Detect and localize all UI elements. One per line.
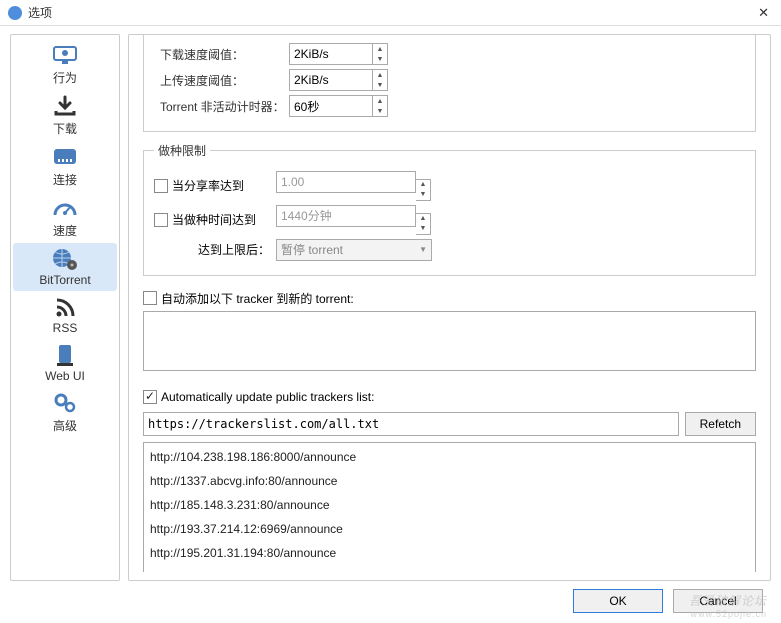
ul-threshold-input[interactable]	[289, 69, 373, 91]
cancel-button[interactable]: Cancel	[673, 589, 763, 613]
public-trackers-label: Automatically update public trackers lis…	[161, 390, 374, 404]
download-icon	[51, 94, 79, 118]
ratio-label: 当分享率达到	[172, 177, 276, 194]
dialog-buttons: OK Cancel	[573, 589, 763, 613]
gears-icon	[51, 391, 79, 415]
seed-limits-legend: 做种限制	[154, 142, 210, 159]
gauge-icon	[51, 196, 79, 220]
sidebar-item-label: 行为	[53, 69, 77, 86]
sidebar-item-label: 连接	[53, 171, 77, 188]
sidebar-item-webui[interactable]: Web UI	[13, 339, 117, 387]
public-trackers-checkbox[interactable]	[143, 390, 157, 404]
ethernet-icon	[51, 145, 79, 169]
close-icon[interactable]: ✕	[754, 5, 773, 21]
content-pane: 下载速度阈值： ▲▼ 上传速度阈值： ▲▼ Torrent 非活动计时器： ▲▼…	[128, 34, 771, 581]
tracker-entry: http://1337.abcvg.info:80/announce	[148, 469, 751, 493]
sidebar-item-label: 下载	[53, 120, 77, 137]
spin-buttons[interactable]: ▲▼	[373, 43, 388, 65]
sidebar-item-speed[interactable]: 速度	[13, 192, 117, 243]
app-icon	[8, 6, 22, 20]
dl-threshold-input[interactable]	[289, 43, 373, 65]
refetch-button[interactable]: Refetch	[685, 412, 756, 436]
server-icon	[51, 343, 79, 367]
sidebar-item-bittorrent[interactable]: BitTorrent	[13, 243, 117, 291]
chevron-down-icon: ▼	[419, 245, 427, 254]
window-title: 选项	[28, 4, 754, 21]
sidebar-item-advanced[interactable]: 高级	[13, 387, 117, 438]
dl-threshold-label: 下载速度阈值：	[154, 46, 289, 63]
inactive-timer-input[interactable]	[289, 95, 373, 117]
sidebar-item-label: 高级	[53, 417, 77, 434]
sidebar: 行为 下载 连接 速度 BitTorrent RSS Web UI 高级	[10, 34, 120, 581]
sidebar-item-label: 速度	[53, 222, 77, 239]
tracker-entry: http://193.37.214.12:6969/announce	[148, 517, 751, 541]
seedtime-input[interactable]	[276, 205, 416, 227]
ratio-input[interactable]	[276, 171, 416, 193]
spin-buttons[interactable]: ▲▼	[373, 69, 388, 91]
sidebar-item-label: Web UI	[45, 369, 85, 383]
reach-action-combo[interactable]: 暂停 torrent▼	[276, 239, 432, 261]
seed-limits-group: 做种限制 当分享率达到 ▲▼ 当做种时间达到 ▲▼ 达到上限后： 暂停 torr…	[143, 142, 756, 276]
autotracker-checkbox[interactable]	[143, 291, 157, 305]
queue-settings-partial: 下载速度阈值： ▲▼ 上传速度阈值： ▲▼ Torrent 非活动计时器： ▲▼	[143, 35, 756, 132]
sidebar-item-behavior[interactable]: 行为	[13, 39, 117, 90]
sidebar-item-label: BitTorrent	[39, 273, 90, 287]
trackers-list[interactable]: http://104.238.198.186:8000/announcehttp…	[143, 442, 756, 573]
spin-buttons[interactable]: ▲▼	[416, 179, 431, 201]
inactive-timer-label: Torrent 非活动计时器：	[154, 98, 289, 115]
globe-gear-icon	[51, 247, 79, 271]
public-trackers-url-input[interactable]	[143, 412, 679, 436]
tracker-entry: http://185.148.3.231:80/announce	[148, 493, 751, 517]
ok-button[interactable]: OK	[573, 589, 663, 613]
tracker-entry: http://51.15.55.204:1337/announce	[148, 565, 751, 573]
sidebar-item-download[interactable]: 下载	[13, 90, 117, 141]
sidebar-item-rss[interactable]: RSS	[13, 291, 117, 339]
ul-threshold-label: 上传速度阈值：	[154, 72, 289, 89]
seedtime-checkbox[interactable]	[154, 213, 168, 227]
spin-buttons[interactable]: ▲▼	[373, 95, 388, 117]
autotracker-textarea[interactable]	[143, 311, 756, 371]
spin-buttons[interactable]: ▲▼	[416, 213, 431, 235]
sidebar-item-label: RSS	[53, 321, 78, 335]
monitor-icon	[51, 43, 79, 67]
seedtime-label: 当做种时间达到	[172, 211, 276, 228]
autotracker-label: 自动添加以下 tracker 到新的 torrent:	[161, 290, 354, 307]
ratio-checkbox[interactable]	[154, 179, 168, 193]
sidebar-item-connection[interactable]: 连接	[13, 141, 117, 192]
titlebar: 选项 ✕	[0, 0, 781, 26]
reach-label: 达到上限后：	[172, 241, 276, 258]
tracker-entry: http://195.201.31.194:80/announce	[148, 541, 751, 565]
tracker-entry: http://104.238.198.186:8000/announce	[148, 445, 751, 469]
rss-icon	[51, 295, 79, 319]
